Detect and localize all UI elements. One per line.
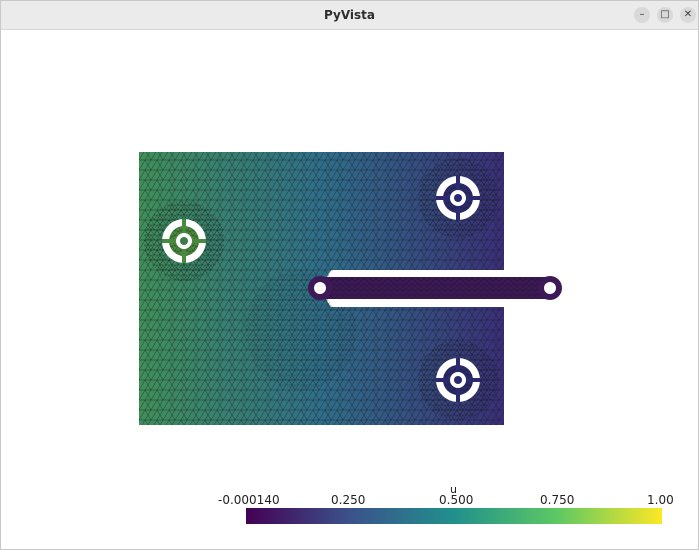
arm — [308, 276, 562, 300]
scalar-bar-label-1: 0.250 — [331, 493, 366, 507]
scalar-bar-label-3: 0.750 — [540, 493, 575, 507]
window-title: PyVista — [323, 8, 375, 22]
minimize-icon[interactable]: – — [634, 7, 650, 23]
arm-hole-left — [314, 282, 326, 294]
close-icon[interactable]: ✕ — [680, 7, 696, 23]
arm-wireframe — [320, 277, 550, 299]
scalar-bar-label-2: 0.500 — [439, 493, 474, 507]
scalar-bar-label-min: -0.000140 — [218, 493, 280, 507]
bolt-hole-left — [162, 219, 206, 263]
bolt-hole-bottom-right — [436, 358, 480, 402]
bolt-hole-top-right — [436, 176, 480, 220]
title-bar[interactable]: PyVista – □ ✕ — [1, 1, 698, 30]
arm-hole-right — [544, 282, 556, 294]
render-viewport[interactable]: u -0.000140 0.250 0.500 0.750 1.00 — [1, 30, 698, 549]
scalar-bar-label-max: 1.00 — [647, 493, 674, 507]
app-window: PyVista – □ ✕ u -0.000140 0.250 0.500 0.… — [0, 0, 699, 550]
mesh-scene[interactable] — [1, 30, 698, 549]
scalar-bar-colorbar — [246, 508, 662, 524]
maximize-icon[interactable]: □ — [657, 7, 673, 23]
